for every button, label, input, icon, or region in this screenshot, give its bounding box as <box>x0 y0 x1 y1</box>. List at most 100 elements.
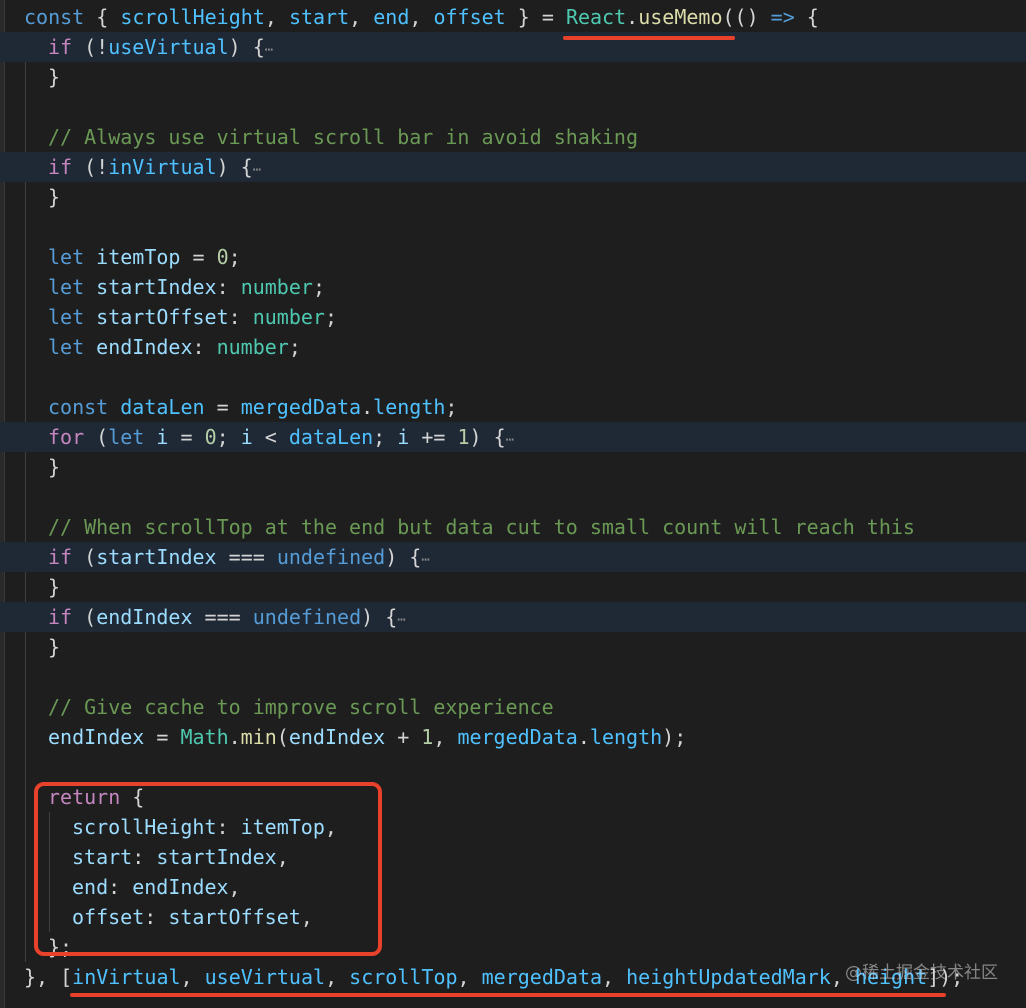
code-line[interactable] <box>0 752 1026 782</box>
code-token: , <box>409 5 434 29</box>
code-token: i <box>156 425 169 449</box>
code-token: let <box>48 275 85 299</box>
code-token: < <box>252 425 289 449</box>
code-line[interactable]: if (endIndex === undefined) {⋯ <box>0 602 1026 632</box>
code-token: ; <box>228 245 241 269</box>
code-token: min <box>240 725 277 749</box>
fold-ellipsis-icon[interactable]: ⋯ <box>421 552 429 568</box>
code-token: mergedData <box>240 395 362 419</box>
code-token: endIndex <box>48 725 145 749</box>
code-line[interactable]: endIndex = Math.min(endIndex + 1, merged… <box>0 722 1026 752</box>
code-line[interactable] <box>0 362 1026 392</box>
code-token: let <box>48 305 85 329</box>
code-token: useVirtual <box>204 965 326 989</box>
code-token: if <box>48 155 73 179</box>
fold-ellipsis-icon[interactable]: ⋯ <box>506 432 514 448</box>
code-token: start <box>288 5 350 29</box>
code-token: i <box>240 425 253 449</box>
code-token: Math <box>180 725 229 749</box>
code-token: endIndex <box>288 725 386 749</box>
code-token: }, [ <box>24 965 73 989</box>
watermark: @稀土掘金技术社区 <box>845 963 998 983</box>
code-token: const <box>24 5 85 29</box>
code-line[interactable]: let endIndex: number; <box>0 332 1026 362</box>
code-token: ; <box>216 425 241 449</box>
code-token: } = <box>505 5 566 29</box>
code-line[interactable]: // Give cache to improve scroll experien… <box>0 692 1026 722</box>
code-token: 0 <box>216 245 229 269</box>
code-line[interactable]: } <box>0 182 1026 212</box>
code-token: (() <box>722 5 771 29</box>
code-line[interactable] <box>0 92 1026 122</box>
code-token: for <box>48 425 85 449</box>
code-token: ; <box>324 305 338 329</box>
code-line[interactable]: const dataLen = mergedData.length; <box>0 392 1026 422</box>
fold-ellipsis-icon[interactable]: ⋯ <box>253 162 261 178</box>
code-token: } <box>48 635 61 659</box>
code-line[interactable]: } <box>0 572 1026 602</box>
code-token: dataLen <box>288 425 374 449</box>
code-line[interactable]: let startIndex: number; <box>0 272 1026 302</box>
code-token: offset <box>433 5 506 29</box>
code-token: , <box>433 725 458 749</box>
code-token: ; <box>288 335 301 359</box>
code-line[interactable]: } <box>0 632 1026 662</box>
code-token: end <box>373 5 410 29</box>
code-token: 1 <box>421 725 434 749</box>
code-token: ) { <box>216 155 253 179</box>
annotation-box-return <box>34 782 382 956</box>
code-line[interactable]: if (!useVirtual) {⋯ <box>0 32 1026 62</box>
code-line[interactable]: // Always use virtual scroll bar in avoi… <box>0 122 1026 152</box>
code-line[interactable] <box>0 482 1026 512</box>
code-line[interactable]: if (startIndex === undefined) {⋯ <box>0 542 1026 572</box>
fold-ellipsis-icon[interactable]: ⋯ <box>397 612 405 628</box>
code-token: , <box>264 5 289 29</box>
code-line[interactable]: const { scrollHeight, start, end, offset… <box>0 2 1026 32</box>
code-line[interactable] <box>0 662 1026 692</box>
code-token: ) { <box>361 605 398 629</box>
code-token: if <box>48 605 73 629</box>
code-line[interactable]: let startOffset: number; <box>0 302 1026 332</box>
code-token: . <box>228 725 241 749</box>
code-token: === <box>192 605 253 629</box>
code-token: inVirtual <box>108 155 217 179</box>
code-token: ; <box>445 395 458 419</box>
code-token: dataLen <box>120 395 205 419</box>
code-token: number <box>252 305 325 329</box>
code-line[interactable]: } <box>0 62 1026 92</box>
code-token: = <box>180 245 217 269</box>
code-token: } <box>48 455 61 479</box>
code-token: 1 <box>457 425 470 449</box>
code-token: i <box>397 425 410 449</box>
code-token: const <box>48 395 109 419</box>
code-line[interactable]: if (!inVirtual) {⋯ <box>0 152 1026 182</box>
code-line[interactable]: // When scrollTop at the end but data cu… <box>0 512 1026 542</box>
code-token: } <box>48 65 61 89</box>
code-token: let <box>48 245 85 269</box>
code-token: ) { <box>469 425 506 449</box>
code-token: { <box>794 5 819 29</box>
code-token: ; <box>373 425 398 449</box>
code-token: : <box>192 335 217 359</box>
code-token: ; <box>312 275 325 299</box>
code-token: + <box>385 725 422 749</box>
fold-ellipsis-icon[interactable]: ⋯ <box>265 42 273 58</box>
code-line[interactable] <box>0 212 1026 242</box>
code-line[interactable]: } <box>0 452 1026 482</box>
code-token: : <box>228 305 253 329</box>
code-token: ) { <box>385 545 422 569</box>
code-token: (! <box>72 155 109 179</box>
code-token: ( <box>84 425 109 449</box>
code-line[interactable]: let itemTop = 0; <box>0 242 1026 272</box>
code-token: endIndex <box>96 605 193 629</box>
code-token: endIndex <box>96 335 193 359</box>
code-line[interactable]: for (let i = 0; i < dataLen; i += 1) {⋯ <box>0 422 1026 452</box>
code-token: number <box>240 275 313 299</box>
code-token: = <box>204 395 241 419</box>
code-token: ) { <box>228 35 265 59</box>
code-token: ( <box>72 545 97 569</box>
annotation-underline-deps <box>70 993 946 997</box>
